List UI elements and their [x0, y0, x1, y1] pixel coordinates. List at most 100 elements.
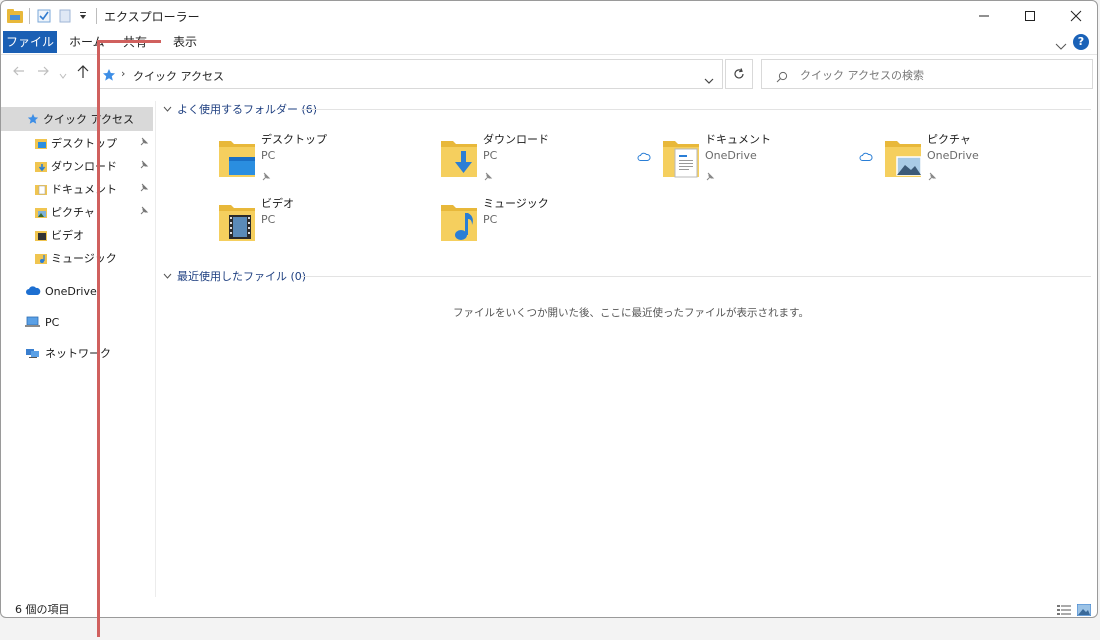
pictures-folder-icon [35, 207, 47, 218]
sidebar-item-pc[interactable]: PC [1, 310, 155, 334]
explorer-window: エクスプローラー ファイル ホーム 共有 表示 ? [0, 0, 1098, 618]
callout-line-vertical [97, 43, 100, 637]
callout-line-horizontal [97, 40, 161, 43]
sidebar-item-label: クイック アクセス [43, 113, 134, 126]
sidebar-item-documents[interactable]: ドキュメント [1, 177, 155, 201]
sidebar-item-network[interactable]: ネットワーク [1, 341, 155, 365]
pin-icon [705, 167, 715, 186]
group-divider [301, 276, 1091, 277]
collapse-chevron-icon [163, 106, 172, 112]
videos-folder-icon [35, 230, 47, 241]
desktop-folder-icon [217, 135, 257, 183]
folder-location: PC [261, 213, 276, 226]
group-title: よく使用するフォルダー (6) [177, 103, 318, 116]
onedrive-cloud-icon [25, 286, 41, 296]
documents-folder-icon [35, 184, 47, 195]
pin-icon[interactable] [139, 160, 149, 173]
music-folder-icon [35, 253, 47, 264]
item-count: 6 個の項目 [15, 603, 70, 616]
breadcrumb-separator-icon: › [121, 67, 126, 80]
folder-name: ミュージック [483, 197, 549, 210]
address-bar[interactable]: › クイック アクセス [97, 59, 723, 89]
maximize-icon [1025, 11, 1035, 21]
back-arrow-icon[interactable] [13, 65, 25, 81]
cloud-sync-icon [637, 147, 651, 166]
sidebar-item-label: PC [45, 315, 60, 329]
title-separator [96, 8, 97, 24]
sidebar-item-label: ダウンロード [51, 160, 117, 173]
ribbon-tabs: ファイル ホーム 共有 表示 ? [1, 31, 1097, 55]
folder-tile-documents[interactable]: ドキュメント OneDrive [637, 131, 871, 189]
group-divider [301, 109, 1091, 110]
star-icon [102, 67, 116, 86]
pin-icon[interactable] [139, 206, 149, 219]
pictures-folder-icon [883, 135, 923, 183]
customize-toolbar-icon[interactable] [79, 7, 87, 25]
large-icons-view-icon[interactable] [1076, 601, 1093, 617]
pc-icon [25, 316, 41, 328]
pin-icon [927, 167, 937, 186]
frequent-folders-header[interactable]: よく使用するフォルダー (6) [163, 101, 317, 117]
refresh-icon [734, 68, 744, 79]
downloads-folder-icon [439, 135, 479, 183]
sidebar-item-pictures[interactable]: ピクチャ [1, 200, 155, 224]
folder-location: OneDrive [705, 149, 757, 162]
videos-folder-icon [217, 199, 257, 247]
tab-file[interactable]: ファイル [3, 31, 57, 53]
pin-icon [483, 167, 493, 186]
star-icon [27, 113, 39, 125]
window-title: エクスプローラー [104, 10, 200, 24]
network-icon [25, 347, 41, 359]
collapse-chevron-icon [163, 273, 172, 279]
tab-view[interactable]: 表示 [173, 31, 197, 53]
sidebar-item-quick-access[interactable]: クイック アクセス [1, 107, 153, 131]
documents-folder-icon [661, 135, 701, 183]
folder-location: PC [483, 213, 498, 226]
folder-name: ピクチャ [927, 133, 971, 146]
forward-arrow-icon[interactable] [37, 65, 49, 81]
pin-icon[interactable] [139, 183, 149, 196]
sidebar-item-downloads[interactable]: ダウンロード [1, 154, 155, 178]
search-input[interactable] [798, 64, 1082, 86]
sidebar-item-videos[interactable]: ビデオ [1, 223, 155, 247]
sidebar-item-label: ドキュメント [51, 183, 117, 196]
title-separator [29, 8, 30, 24]
folder-name: ダウンロード [483, 133, 549, 146]
minimize-icon [979, 15, 989, 17]
sidebar-item-label: OneDrive [45, 284, 97, 298]
breadcrumb[interactable]: クイック アクセス [133, 68, 224, 84]
folder-tile-pictures[interactable]: ピクチャ OneDrive [859, 131, 1093, 189]
group-title: 最近使用したファイル (0) [177, 270, 307, 283]
up-arrow-icon[interactable] [77, 65, 89, 83]
folder-tile-downloads[interactable]: ダウンロード PC [439, 131, 649, 189]
folder-name: デスクトップ [261, 133, 327, 146]
refresh-button[interactable] [725, 59, 753, 89]
new-folder-icon[interactable] [59, 7, 71, 25]
sidebar-item-label: ピクチャ [51, 206, 95, 219]
expand-ribbon-chevron-icon[interactable] [1055, 36, 1067, 55]
search-box[interactable] [761, 59, 1093, 89]
sidebar-item-onedrive[interactable]: OneDrive [1, 279, 155, 303]
downloads-folder-icon [35, 161, 47, 172]
recent-files-header[interactable]: 最近使用したファイル (0) [163, 268, 306, 284]
sidebar-item-music[interactable]: ミュージック [1, 246, 155, 270]
properties-icon[interactable] [37, 7, 51, 25]
app-folder-icon[interactable] [7, 7, 23, 25]
help-icon[interactable]: ? [1073, 34, 1089, 50]
pin-icon [261, 167, 271, 186]
close-button[interactable] [1053, 1, 1097, 31]
music-folder-icon [439, 199, 479, 247]
folder-tile-desktop[interactable]: デスクトップ PC [217, 131, 427, 189]
folder-tile-music[interactable]: ミュージック PC [439, 195, 649, 253]
folder-tile-videos[interactable]: ビデオ PC [217, 195, 427, 253]
sidebar-item-desktop[interactable]: デスクトップ [1, 131, 155, 155]
pin-icon[interactable] [139, 137, 149, 150]
address-dropdown-chevron-icon[interactable] [704, 70, 714, 89]
status-bar: 6 個の項目 [1, 597, 1097, 617]
sidebar-item-label: ネットワーク [45, 347, 111, 360]
sidebar-item-label: デスクトップ [51, 137, 117, 150]
minimize-button[interactable] [961, 1, 1007, 31]
maximize-button[interactable] [1007, 1, 1053, 31]
details-view-icon[interactable] [1057, 601, 1073, 615]
recent-locations-chevron-icon[interactable] [59, 67, 67, 83]
